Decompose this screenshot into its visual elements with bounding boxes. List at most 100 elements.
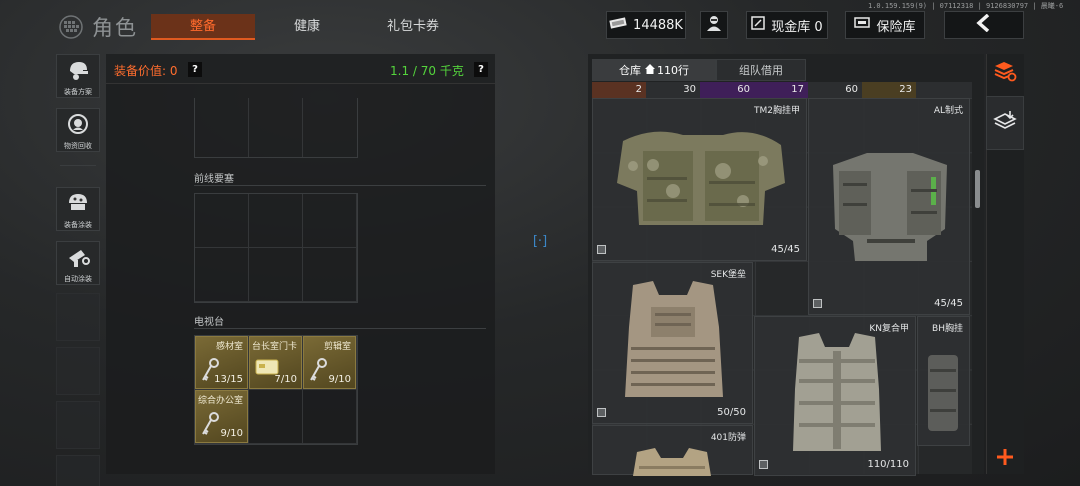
warehouse-rows: 110行 <box>657 64 689 77</box>
safe-vault-button[interactable]: 保险库 <box>845 11 925 39</box>
safe-icon <box>854 17 871 33</box>
empty-slot <box>56 293 100 341</box>
key-durability: 13/15 <box>214 374 243 385</box>
home-icon <box>645 63 655 77</box>
key-name: 感材室 <box>215 342 243 352</box>
banknote-icon <box>609 17 627 33</box>
armor-vest-icon <box>613 121 789 237</box>
tab-equip[interactable]: 整备 <box>151 14 255 40</box>
key-slot[interactable] <box>249 194 303 248</box>
warehouse-item-401-vest[interactable]: 401防弹 <box>592 425 753 476</box>
drop-target-marker: [·] <box>532 234 548 249</box>
warehouse-scrollbar[interactable] <box>975 170 980 208</box>
layer-download-button[interactable] <box>986 96 1024 150</box>
empty-slot <box>56 401 100 449</box>
chest-rig-icon <box>922 351 966 439</box>
item-durability: 50/50 <box>717 407 746 418</box>
equipment-value: 装备价值: 0 <box>114 64 178 78</box>
cube-icon <box>813 299 822 308</box>
key-item[interactable]: 感材室 13/15 <box>195 336 248 389</box>
safe-vault-label: 保险库 <box>876 19 916 35</box>
item-name: AL制式 <box>933 106 963 116</box>
frontline-key-grid <box>194 193 358 303</box>
armor-vest-icon <box>627 444 717 480</box>
soldier-helmet-icon <box>66 59 90 85</box>
container-grid-top <box>194 98 358 158</box>
strip-count: 2 <box>592 82 646 98</box>
tab-gift-vouchers[interactable]: 礼包卡券 <box>368 14 458 40</box>
chevron-left-icon <box>976 13 992 36</box>
warehouse-item-tm2-vest[interactable]: TM2胸挂甲 45/45 <box>592 98 807 261</box>
cash-vault-button[interactable]: 现金库 0 <box>746 11 828 39</box>
strip-count: 23 <box>862 82 916 98</box>
item-name: TM2胸挂甲 <box>754 106 800 116</box>
recycle-button[interactable]: 物资回收 <box>56 108 100 152</box>
weight-capacity: 1.1 / 70 千克 <box>390 64 464 78</box>
key-item[interactable]: 剪辑室 9/10 <box>303 336 356 389</box>
gear-paint-label: 装备涂装 <box>64 221 92 229</box>
item-name: BH胸挂 <box>932 324 963 334</box>
key-slot[interactable] <box>249 248 303 302</box>
money-display[interactable]: 14488K <box>606 11 686 39</box>
warehouse-item-sek-vest[interactable]: SEK堡垒 50/50 <box>592 262 753 424</box>
warehouse-item-al-vest[interactable]: AL制式 45/45 <box>808 98 970 315</box>
warehouse-tabs: 仓库 110行 组队借用 <box>592 59 806 81</box>
warehouse-tab-label: 仓库 <box>619 64 641 77</box>
strip-count: 60 <box>808 82 862 98</box>
section-divider <box>194 328 486 329</box>
sidebar-divider <box>60 165 96 166</box>
section-divider <box>194 185 486 186</box>
key-item[interactable]: 综合办公室 9/10 <box>195 390 248 443</box>
sort-stack-button[interactable] <box>986 54 1024 92</box>
key-slot[interactable] <box>195 248 249 302</box>
auto-paint-button[interactable]: 自动涂装 <box>56 241 100 285</box>
item-durability: 45/45 <box>771 244 800 255</box>
key-slot[interactable] <box>195 194 249 248</box>
key-icon <box>308 357 328 387</box>
add-button[interactable] <box>986 440 1024 478</box>
key-durability: 9/10 <box>220 428 243 439</box>
key-durability: 9/10 <box>328 374 351 385</box>
key-slot[interactable] <box>303 248 357 302</box>
key-slot[interactable] <box>303 194 357 248</box>
key-item[interactable]: 台长室门卡 7/10 <box>249 336 302 389</box>
recycle-icon <box>66 113 90 139</box>
cube-icon <box>597 408 606 417</box>
key-name: 台长室门卡 <box>251 342 297 352</box>
armor-vest-icon <box>827 149 953 269</box>
version-text: 1.0.159.159(9) | 07112318 | 9126830797 |… <box>868 2 1064 10</box>
key-durability: 7/10 <box>274 374 297 385</box>
avatar-button[interactable] <box>700 11 728 39</box>
tab-warehouse[interactable]: 仓库 110行 <box>592 59 716 81</box>
page-title: 角色 <box>92 16 138 40</box>
character-logo-icon <box>56 14 86 40</box>
strip-count: 30 <box>646 82 700 98</box>
warehouse-item-bh-rig[interactable]: BH胸挂 <box>917 316 970 446</box>
tab-health[interactable]: 健康 <box>268 14 346 40</box>
gear-plan-label: 装备方案 <box>64 88 92 96</box>
vault-icon <box>751 16 766 34</box>
layer-download-icon <box>993 109 1017 137</box>
money-amount: 14488K <box>633 17 683 33</box>
item-strip: 2 30 60 17 60 23 <box>592 82 972 98</box>
strip-count: 60 <box>700 82 754 98</box>
warehouse-item-kn-composite[interactable]: KN复合甲 110/110 <box>754 316 916 476</box>
tab-team-borrow[interactable]: 组队借用 <box>716 59 806 81</box>
cube-icon <box>597 245 606 254</box>
cash-vault-label: 现金库 0 <box>771 19 823 35</box>
stack-sort-icon <box>993 60 1017 86</box>
recycle-label: 物资回收 <box>64 142 92 150</box>
gear-plan-button[interactable]: 装备方案 <box>56 54 100 98</box>
empty-slot <box>56 347 100 395</box>
composite-armor-icon <box>789 331 885 463</box>
gear-paint-button[interactable]: 装备涂装 <box>56 187 100 231</box>
section-label-tv-station: 电视台 <box>194 317 224 328</box>
value-help-button[interactable]: ? <box>188 62 202 77</box>
weight-help-button[interactable]: ? <box>474 62 488 77</box>
auto-paint-label: 自动涂装 <box>64 275 92 283</box>
back-button[interactable] <box>944 11 1024 39</box>
spray-gun-icon <box>66 246 90 272</box>
plate-carrier-icon <box>619 277 727 413</box>
item-name: 401防弹 <box>710 433 746 443</box>
cube-icon <box>759 460 768 469</box>
